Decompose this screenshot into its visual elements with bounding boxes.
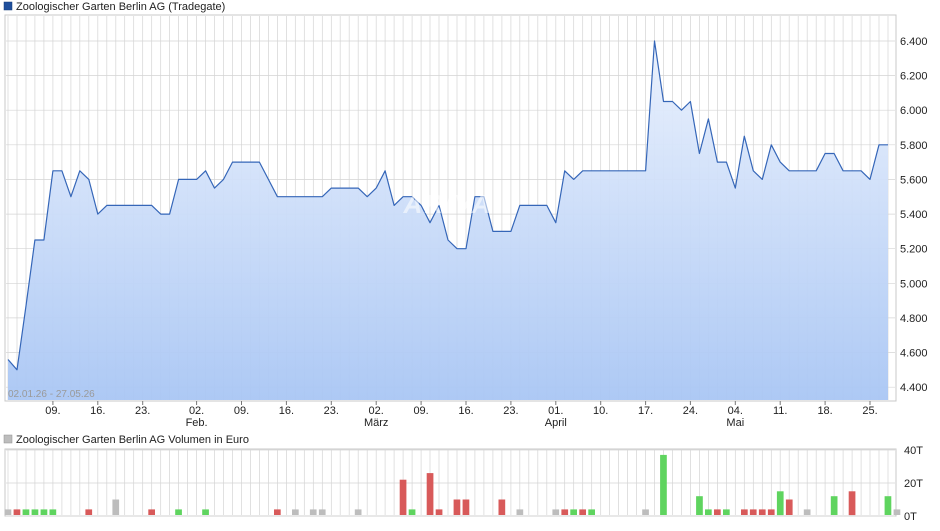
x-tick-label: 01.	[548, 405, 563, 417]
volume-bar	[758, 509, 766, 515]
volume-legend-swatch	[3, 434, 13, 444]
volume-bar	[561, 509, 569, 515]
volume-bar	[453, 499, 461, 515]
x-month-label: Mai	[726, 417, 744, 429]
volume-bar	[85, 509, 93, 515]
volume-bar	[552, 509, 560, 515]
volume-bar	[767, 509, 775, 515]
volume-bar	[399, 479, 407, 515]
volume-bar	[408, 509, 416, 515]
volume-bar	[40, 509, 48, 515]
x-tick-label: 11.	[773, 405, 787, 417]
x-month-label: Feb.	[186, 417, 208, 429]
price-y-tick-label: 6.000	[900, 105, 928, 117]
volume-chart-title: Zoologischer Garten Berlin AG Volumen in…	[16, 434, 249, 446]
volume-bar	[830, 496, 838, 515]
volume-y-tick-label: 40T	[904, 445, 923, 457]
volume-y-tick-label: 0T	[904, 511, 917, 523]
price-y-tick-label: 5.800	[900, 140, 928, 152]
volume-bar	[642, 509, 649, 515]
x-tick-label: 23.	[324, 405, 339, 417]
x-tick-label: 02.	[369, 405, 384, 417]
x-tick-label: 16.	[279, 405, 294, 417]
volume-bar	[22, 509, 30, 515]
volume-bar	[435, 509, 443, 515]
volume-bar	[112, 499, 120, 515]
volume-y-tick-label: 20T	[904, 478, 923, 490]
volume-bar	[31, 509, 39, 515]
volume-bar	[462, 499, 470, 515]
x-tick-label: 02.	[189, 405, 204, 417]
x-tick-label: 24.	[683, 405, 698, 417]
volume-bar	[309, 509, 317, 515]
volume-bar	[803, 509, 811, 515]
x-tick-label: 16.	[90, 405, 105, 417]
price-y-tick-label: 6.200	[900, 71, 928, 83]
x-tick-label: 23.	[135, 405, 150, 417]
date-range-label: 02.01.26 - 27.05.26	[8, 389, 95, 400]
volume-bar	[318, 509, 326, 515]
volume-bar	[723, 509, 730, 515]
price-y-tick-label: 4.400	[900, 382, 928, 394]
volume-bar	[148, 509, 155, 515]
price-y-tick-label: 5.200	[900, 244, 928, 256]
volume-bar	[696, 496, 703, 515]
watermark: ARIVA	[403, 189, 493, 219]
price-y-tick-label: 6.400	[900, 36, 928, 48]
x-tick-label: 10.	[593, 405, 608, 417]
volume-bar	[175, 509, 182, 515]
volume-bar	[498, 499, 506, 515]
volume-bar	[202, 509, 209, 515]
volume-bar	[516, 509, 524, 515]
price-y-axis: 6.400 6.200 6.000 5.800 5.600 5.400 5.200 5.000…	[900, 36, 928, 394]
volume-bar	[660, 454, 667, 515]
volume-bar	[4, 509, 12, 515]
x-month-label: März	[364, 417, 388, 429]
volume-bar	[354, 509, 362, 515]
price-x-axis: 09. 16. 23. 02.Feb.09. 16. 23. 02.März09. 16. 23…	[45, 401, 878, 429]
volume-y-axis: 40T 20T 0T	[904, 445, 923, 523]
x-tick-label: 23.	[503, 405, 518, 417]
x-tick-label: 04.	[728, 405, 743, 417]
volume-bar	[705, 509, 712, 515]
volume-bar	[893, 509, 901, 515]
price-y-tick-label: 4.800	[900, 313, 928, 325]
price-y-tick-label: 4.600	[900, 348, 928, 360]
price-legend-swatch	[3, 1, 13, 11]
volume-bar	[292, 509, 299, 515]
x-tick-label: 16.	[458, 405, 473, 417]
price-y-tick-label: 5.000	[900, 278, 928, 290]
stock-chart: Zoologischer Garten Berlin AG (Tradegate…	[3, 1, 928, 523]
chart-container: Zoologischer Garten Berlin AG (Tradegate…	[0, 0, 940, 526]
volume-bar	[426, 473, 434, 515]
price-chart-title: Zoologischer Garten Berlin AG (Tradegate…	[16, 1, 225, 13]
price-y-tick-label: 5.600	[900, 174, 928, 186]
x-tick-label: 25.	[862, 405, 877, 417]
volume-bar	[884, 496, 892, 515]
volume-bar	[714, 509, 721, 515]
x-tick-label: 09.	[234, 405, 249, 417]
volume-bar	[13, 509, 21, 515]
volume-bar	[776, 491, 784, 516]
volume-bar	[49, 509, 57, 515]
x-month-label: April	[545, 417, 567, 429]
volume-bar	[579, 509, 586, 515]
x-tick-label: 17.	[638, 405, 653, 417]
volume-bar	[741, 509, 748, 515]
price-y-tick-label: 5.400	[900, 209, 928, 221]
x-tick-label: 09.	[413, 405, 428, 417]
volume-bar	[588, 509, 595, 515]
volume-bar	[749, 509, 757, 515]
x-tick-label: 09.	[45, 405, 60, 417]
x-tick-label: 18.	[817, 405, 832, 417]
volume-bar	[274, 509, 281, 515]
volume-bar	[785, 499, 793, 515]
volume-bar	[848, 491, 856, 516]
volume-bar	[570, 509, 577, 515]
